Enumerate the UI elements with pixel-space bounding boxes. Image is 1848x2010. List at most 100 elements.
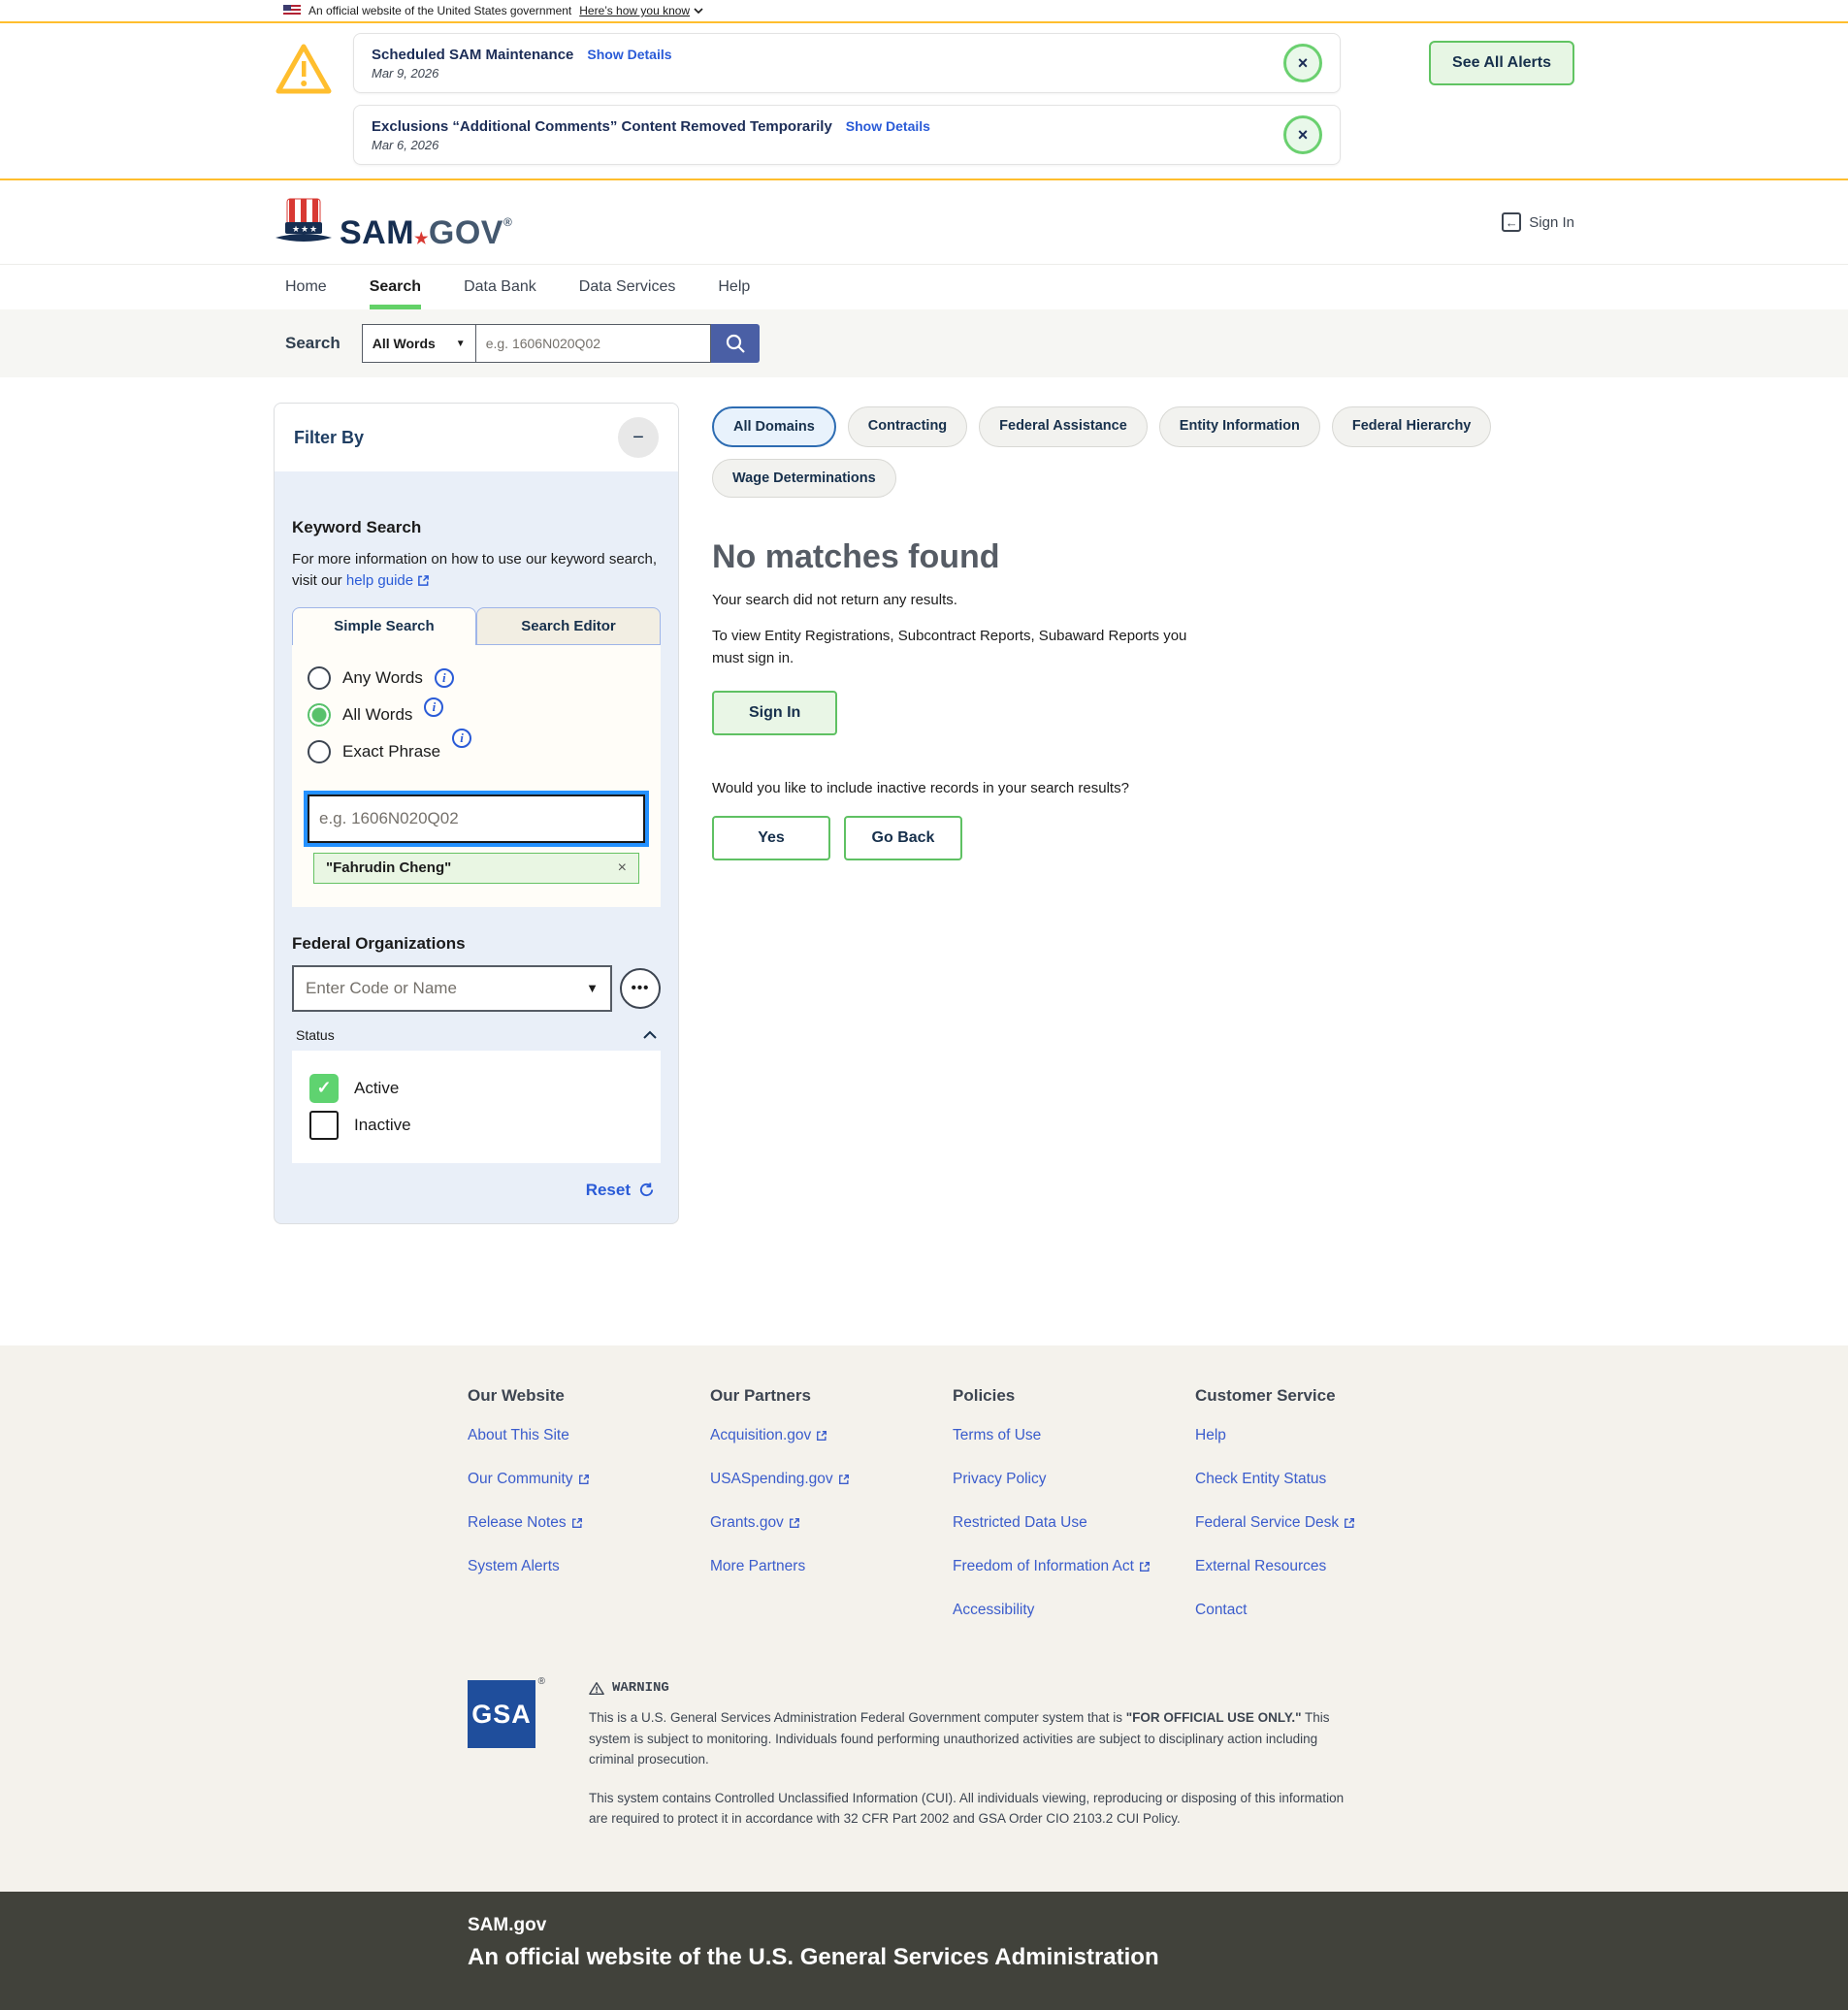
info-icon[interactable]: i (435, 668, 454, 688)
more-options-button[interactable]: ••• (620, 968, 661, 1009)
footer-link-release-notes[interactable]: Release Notes (468, 1514, 710, 1532)
footer-link-help[interactable]: Help (1195, 1427, 1438, 1444)
checkbox-active[interactable]: ✓ (309, 1074, 339, 1103)
nav-item-data-bank[interactable]: Data Bank (464, 265, 536, 309)
usa-gov-banner: An official website of the United States… (0, 0, 1848, 23)
alert-card: Scheduled SAM Maintenance Show Details M… (353, 33, 1341, 93)
us-flag-icon (283, 5, 301, 16)
no-results-text: Your search did not return any results. (712, 592, 1574, 608)
sign-in-required-text: To view Entity Registrations, Subcontrac… (712, 626, 1197, 669)
svg-text:★: ★ (292, 224, 300, 234)
nav-item-data-services[interactable]: Data Services (579, 265, 676, 309)
alert-show-details-link[interactable]: Show Details (846, 118, 930, 134)
footer-link-grants-gov[interactable]: Grants.gov (710, 1514, 953, 1532)
uncle-sam-hat-icon: ★ ★ ★ (274, 195, 334, 249)
collapse-filters-button[interactable]: − (618, 417, 659, 458)
alert-title: Scheduled SAM Maintenance (372, 47, 573, 63)
tab-search-editor[interactable]: Search Editor (476, 607, 661, 645)
no-matches-title: No matches found (712, 538, 1574, 576)
nav-item-help[interactable]: Help (718, 265, 750, 309)
svg-text:★: ★ (301, 224, 308, 234)
checkbox-active-label: Active (354, 1079, 399, 1098)
info-icon[interactable]: i (452, 729, 471, 748)
global-search-input[interactable] (476, 324, 711, 363)
radio-any-words-label: Any Words (342, 668, 423, 688)
main-nav: Home Search Data Bank Data Services Help (0, 264, 1848, 309)
brand-star-icon: ★ (414, 231, 429, 247)
footer-link-more-partners[interactable]: More Partners (710, 1558, 953, 1575)
info-icon[interactable]: i (424, 697, 443, 717)
footer-link-contact[interactable]: Contact (1195, 1602, 1438, 1619)
heres-how-you-know-link[interactable]: Here’s how you know (579, 4, 703, 17)
footer-link-federal-service-desk[interactable]: Federal Service Desk (1195, 1514, 1438, 1532)
external-link-icon (1139, 1561, 1151, 1572)
checkbox-inactive[interactable] (309, 1111, 339, 1140)
help-guide-link[interactable]: help guide (346, 570, 430, 592)
keyword-search-heading: Keyword Search (292, 518, 661, 537)
federal-organizations-combobox[interactable]: Enter Code or Name ▼ (292, 965, 612, 1012)
footer-link-accessibility[interactable]: Accessibility (953, 1602, 1195, 1619)
checkbox-inactive-label: Inactive (354, 1116, 411, 1135)
brand-sam: SAM (340, 214, 414, 251)
domain-pill-contracting[interactable]: Contracting (848, 406, 967, 447)
alert-show-details-link[interactable]: Show Details (587, 47, 671, 62)
external-link-icon (578, 1474, 590, 1485)
footer-link-check-entity-status[interactable]: Check Entity Status (1195, 1471, 1438, 1488)
footer-link-usaspending-gov[interactable]: USASpending.gov (710, 1471, 953, 1488)
nav-item-home[interactable]: Home (285, 265, 327, 309)
footer-link-about-this-site[interactable]: About This Site (468, 1427, 710, 1444)
sign-in-button[interactable]: Sign In (712, 691, 837, 735)
domain-pill-entity-information[interactable]: Entity Information (1159, 406, 1320, 447)
nav-item-search[interactable]: Search (370, 265, 421, 309)
see-all-alerts-button[interactable]: See All Alerts (1429, 41, 1574, 85)
gsa-logo: GSA (468, 1680, 535, 1748)
footer-link-system-alerts[interactable]: System Alerts (468, 1558, 710, 1575)
footer-link-acquisition-gov[interactable]: Acquisition.gov (710, 1427, 953, 1444)
sam-gov-logo[interactable]: ★ ★ ★ SAM★GOV® (274, 195, 512, 249)
reset-refresh-icon[interactable] (638, 1182, 655, 1198)
sign-in-icon: ← (1502, 212, 1521, 232)
footer-heading: Policies (953, 1386, 1195, 1406)
footer-column-our-website: Our Website About This Site Our Communit… (468, 1386, 710, 1645)
combobox-caret-icon: ▼ (586, 981, 599, 995)
reset-filters-link[interactable]: Reset (586, 1181, 631, 1200)
domain-pill-wage-determinations[interactable]: Wage Determinations (712, 459, 896, 498)
footer-link-our-community[interactable]: Our Community (468, 1471, 710, 1488)
registered-mark: ® (503, 215, 512, 229)
footer-link-terms-of-use[interactable]: Terms of Use (953, 1427, 1195, 1444)
footer-heading: Our Website (468, 1386, 710, 1406)
chevron-up-icon[interactable] (643, 1030, 657, 1039)
domain-pill-federal-hierarchy[interactable]: Federal Hierarchy (1332, 406, 1492, 447)
domain-pill-federal-assistance[interactable]: Federal Assistance (979, 406, 1148, 447)
alert-date: Mar 9, 2026 (372, 66, 672, 81)
footer-link-restricted-data-use[interactable]: Restricted Data Use (953, 1514, 1195, 1532)
search-submit-button[interactable] (711, 324, 760, 363)
footer-link-privacy-policy[interactable]: Privacy Policy (953, 1471, 1195, 1488)
header-sign-in-link[interactable]: ← Sign In (1502, 212, 1574, 232)
site-header: ★ ★ ★ SAM★GOV® ← Sign In (0, 180, 1848, 264)
alert-card: Exclusions “Additional Comments” Content… (353, 105, 1341, 165)
chip-remove-icon[interactable]: × (618, 859, 627, 877)
search-icon (725, 333, 746, 354)
search-mode-select[interactable]: All Words ▼ (362, 324, 476, 363)
identifier-bar: SAM.gov An official website of the U.S. … (0, 1892, 1848, 2010)
yes-button[interactable]: Yes (712, 816, 830, 860)
status-section-label: Status (296, 1027, 335, 1043)
keyword-chip: "Fahrudin Cheng" × (313, 853, 639, 884)
footer-link-external-resources[interactable]: External Resources (1195, 1558, 1438, 1575)
radio-any-words[interactable] (308, 666, 331, 690)
footer-column-customer-service: Customer Service Help Check Entity Statu… (1195, 1386, 1438, 1645)
footer-link-foia[interactable]: Freedom of Information Act (953, 1558, 1195, 1575)
external-link-icon (571, 1517, 583, 1529)
radio-all-words[interactable] (308, 703, 331, 727)
domain-pill-all-domains[interactable]: All Domains (712, 406, 836, 447)
go-back-button[interactable]: Go Back (844, 816, 962, 860)
alert-close-icon[interactable]: × (1283, 115, 1322, 154)
radio-exact-phrase[interactable] (308, 740, 331, 763)
alert-close-icon[interactable]: × (1283, 44, 1322, 82)
tab-simple-search[interactable]: Simple Search (292, 607, 476, 645)
external-link-icon (816, 1430, 827, 1442)
keyword-search-input[interactable] (308, 794, 645, 843)
warning-heading: WARNING (612, 1680, 669, 1696)
warning-paragraph-1: This is a U.S. General Services Administ… (589, 1707, 1365, 1770)
